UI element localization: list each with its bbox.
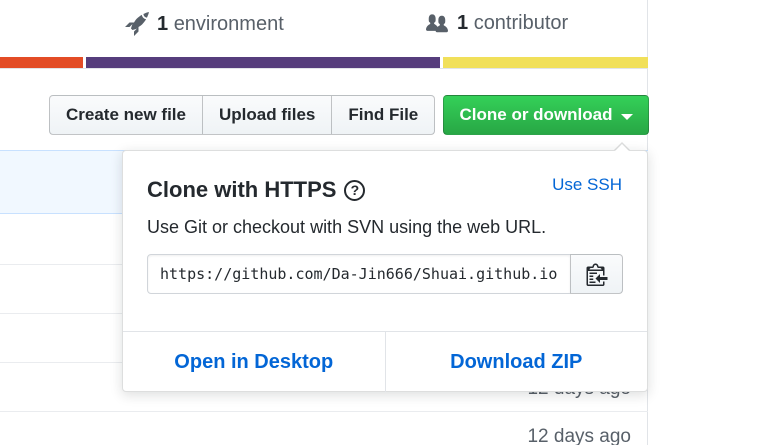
clipboard-icon bbox=[586, 263, 607, 286]
environment-label: environment bbox=[173, 12, 284, 35]
file-row-divider bbox=[0, 411, 648, 412]
rocket-icon bbox=[125, 12, 149, 36]
contributors-stat[interactable]: 1 contributor bbox=[425, 12, 568, 35]
contributor-label: contributor bbox=[473, 12, 569, 34]
clone-description: Use Git or checkout with SVN using the w… bbox=[147, 217, 547, 237]
question-icon[interactable]: ? bbox=[344, 179, 366, 201]
caret-down-icon bbox=[620, 113, 633, 120]
clone-dropdown-title: Clone with HTTPS ? bbox=[147, 177, 366, 203]
create-new-file-button[interactable]: Create new file bbox=[49, 95, 203, 135]
file-actions-group: Create new file Upload files Find File bbox=[49, 95, 436, 135]
file-row-age: 12 days ago bbox=[527, 426, 631, 445]
clone-url-input[interactable] bbox=[147, 254, 571, 294]
clone-dropdown-footer: Open in Desktop Download ZIP bbox=[123, 331, 647, 392]
find-file-button[interactable]: Find File bbox=[331, 95, 436, 135]
repo-stats: 1 environment 1 contributor bbox=[0, 0, 648, 56]
people-icon bbox=[426, 13, 448, 32]
clone-dropdown: Clone with HTTPS ? Use SSH Use Git or ch… bbox=[122, 142, 648, 392]
language-segment[interactable] bbox=[86, 57, 440, 68]
clone-title-text: Clone with HTTPS bbox=[147, 177, 337, 202]
copy-url-button[interactable] bbox=[570, 254, 623, 294]
language-segment[interactable] bbox=[442, 57, 648, 68]
clone-or-download-label: Clone or download bbox=[459, 105, 613, 124]
clone-url-group bbox=[147, 254, 624, 294]
language-bar[interactable] bbox=[0, 57, 648, 69]
use-ssh-link[interactable]: Use SSH bbox=[552, 175, 622, 195]
contributor-count: 1 bbox=[457, 12, 469, 34]
environments-stat[interactable]: 1 environment bbox=[125, 12, 284, 36]
language-segment[interactable] bbox=[0, 57, 84, 68]
upload-files-button[interactable]: Upload files bbox=[202, 95, 333, 135]
clone-or-download-button[interactable]: Clone or download bbox=[443, 95, 649, 135]
open-in-desktop-button[interactable]: Open in Desktop bbox=[123, 332, 385, 392]
download-zip-button[interactable]: Download ZIP bbox=[384, 332, 648, 392]
environment-count: 1 bbox=[157, 12, 169, 35]
